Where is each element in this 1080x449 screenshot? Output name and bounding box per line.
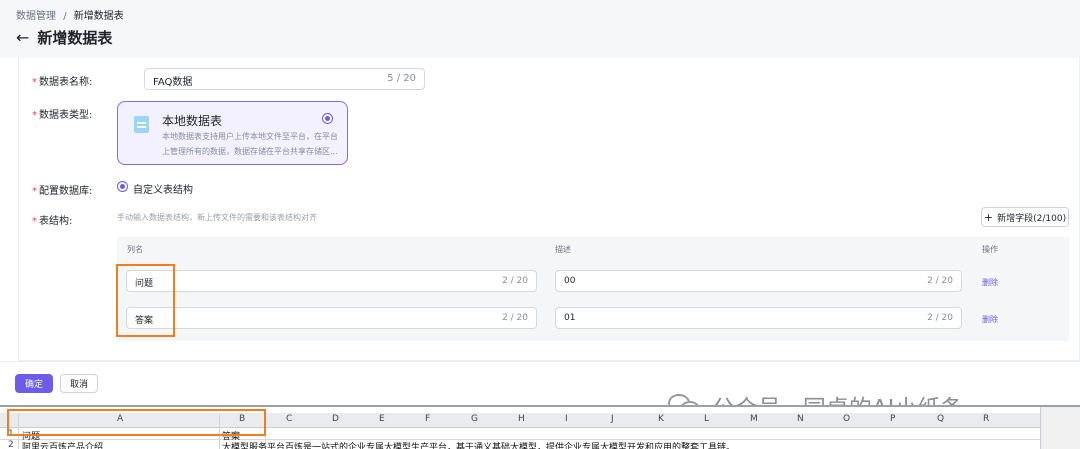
column-header-desc: 描述 — [555, 245, 571, 254]
row2-desc-input[interactable]: 01 2 / 20 — [555, 307, 962, 329]
back-arrow-icon[interactable]: ← — [16, 28, 29, 47]
row2-name-input[interactable]: 答案 2 / 20 — [126, 307, 537, 329]
row2-delete-link[interactable]: 删除 — [982, 314, 998, 325]
col-N: N — [797, 414, 804, 424]
column-header-action: 操作 — [982, 245, 998, 254]
col-P: P — [890, 414, 896, 424]
type-description: 本地数据表支持用户上传本地文件至平台，在平台上管理所有的数据，数据存储在平台共享… — [162, 132, 338, 156]
breadcrumb-current: 新增数据表 — [73, 11, 124, 22]
type-radio-selected[interactable] — [322, 113, 333, 124]
cancel-button[interactable]: 取消 — [60, 374, 98, 393]
column-header-name: 列名 — [127, 245, 143, 254]
type-title: 本地数据表 — [162, 114, 223, 128]
footer-divider — [0, 361, 1080, 362]
col-H: H — [518, 414, 525, 424]
custom-schema-radio[interactable] — [117, 181, 128, 192]
table-name-count: 5 / 20 — [387, 73, 416, 84]
col-K: K — [658, 414, 664, 424]
cell-B2[interactable]: 大模型服务平台百炼是一站式的企业专属大模型生产平台，基于通义基础大模型，提供企业… — [222, 440, 735, 449]
col-L: L — [704, 414, 710, 424]
spreadsheet-scroll-area — [1040, 407, 1080, 449]
spreadsheet-row-2: 2 阿里云百炼产品介绍 大模型服务平台百炼是一站式的企业专属大模型生产平台，基于… — [0, 440, 1040, 449]
highlight-box-column-names — [116, 264, 175, 337]
cell-A2[interactable]: 阿里云百炼产品介绍 — [22, 440, 103, 449]
col-I: I — [565, 414, 568, 424]
col-R: R — [983, 414, 990, 424]
type-label: * 数据表类型: — [32, 110, 93, 121]
schema-hint: 手动输入数据表结构，新上传文件的需要和该表结构对齐 — [117, 213, 317, 222]
col-J: J — [611, 414, 614, 424]
col-M: M — [750, 414, 758, 424]
custom-schema-label: 自定义表结构 — [133, 185, 193, 196]
table-name-value: FAQ数据 — [153, 77, 193, 88]
col-D: D — [332, 414, 339, 424]
name-label: * 数据表名称: — [32, 77, 93, 88]
col-F: F — [425, 414, 431, 424]
table-name-input[interactable]: FAQ数据 5 / 20 — [144, 68, 425, 90]
page-header: 数据管理 / 新增数据表 ← 新增数据表 — [0, 0, 1080, 58]
breadcrumb-parent[interactable]: 数据管理 — [16, 11, 56, 22]
page-title: 新增数据表 — [37, 29, 113, 47]
row1-delete-link[interactable]: 删除 — [982, 277, 998, 288]
col-G: G — [471, 414, 478, 424]
highlight-box-spreadsheet-headers — [7, 409, 266, 436]
add-field-button[interactable]: + 新增字段(2/100) — [981, 207, 1069, 227]
plus-icon: + — [983, 210, 994, 224]
page-title-row: ← 新增数据表 — [16, 27, 112, 48]
col-Q: Q — [937, 414, 945, 424]
row1-name-input[interactable]: 问题 2 / 20 — [126, 270, 537, 292]
col-O: O — [843, 414, 851, 424]
schema-label: * 表结构: — [32, 216, 73, 227]
breadcrumb-separator: / — [63, 11, 67, 22]
db-label: * 配置数据库: — [32, 186, 93, 197]
local-table-type-card[interactable]: 本地数据表 本地数据表支持用户上传本地文件至平台，在平台上管理所有的数据，数据存… — [117, 101, 348, 165]
breadcrumb: 数据管理 / 新增数据表 — [16, 7, 124, 22]
col-E: E — [379, 414, 385, 424]
row1-desc-input[interactable]: 00 2 / 20 — [555, 270, 962, 292]
table-file-icon — [134, 116, 149, 133]
confirm-button[interactable]: 确定 — [15, 374, 53, 393]
col-C: C — [286, 414, 293, 424]
